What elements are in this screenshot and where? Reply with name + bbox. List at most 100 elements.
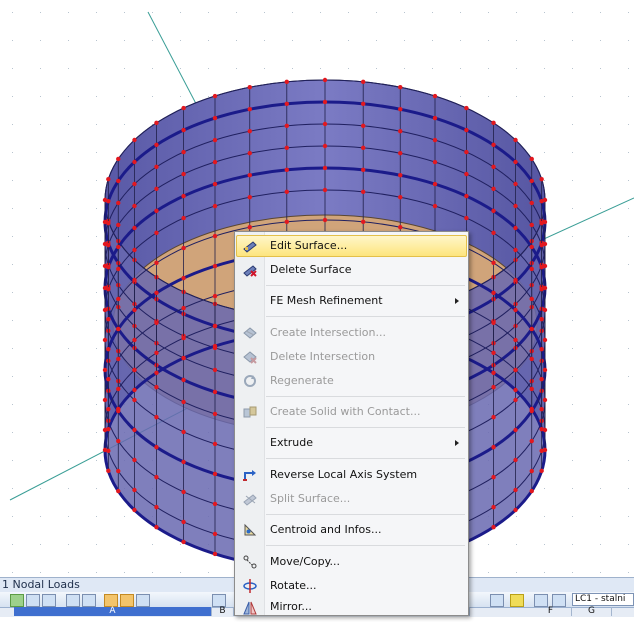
fe-node <box>154 164 159 170</box>
fe-node <box>322 165 328 171</box>
toolbar-button-5[interactable] <box>82 594 96 607</box>
load-case-select[interactable]: LC1 - stalni <box>572 593 634 606</box>
fe-node <box>539 198 544 204</box>
fe-node <box>542 397 548 403</box>
fe-node <box>361 101 366 107</box>
fe-node <box>491 120 496 126</box>
fe-node <box>513 337 518 343</box>
menu-item-create-intersection[interactable]: Create Intersection... <box>236 322 467 344</box>
fe-node <box>432 159 438 165</box>
delete-surface-icon <box>242 262 258 278</box>
fe-node <box>181 105 186 111</box>
column-header-a[interactable]: A <box>14 607 212 616</box>
menu-item-edit-surface[interactable]: Edit Surface... <box>236 235 467 257</box>
toolbar-button-4[interactable] <box>66 594 80 607</box>
fe-node <box>432 181 438 187</box>
fe-node <box>398 85 403 90</box>
menu-item-centroid-and-infos[interactable]: Centroid and Infos... <box>236 519 467 541</box>
fe-node <box>106 286 111 292</box>
menu-item-delete-intersection[interactable]: Delete Intersection <box>236 346 467 368</box>
menu-item-delete-surface[interactable]: Delete Surface <box>236 259 467 281</box>
fe-node <box>132 487 137 493</box>
toolbar-button-1[interactable] <box>10 594 24 607</box>
fe-node <box>116 200 121 206</box>
menu-separator <box>266 458 465 459</box>
fe-node <box>491 230 496 236</box>
fe-node <box>322 187 328 193</box>
toolbar-button-7[interactable] <box>120 594 134 607</box>
column-header-b[interactable]: B <box>212 607 234 616</box>
edit-surface-icon <box>242 238 258 254</box>
fe-node <box>154 504 159 510</box>
fe-node <box>181 127 186 133</box>
menu-item-reverse-local-axis-system[interactable]: Reverse Local Axis System <box>236 464 467 486</box>
fe-node <box>529 488 534 494</box>
fe-node <box>154 384 159 390</box>
column-header-g[interactable]: G <box>572 607 612 616</box>
menu-item-move-copy[interactable]: Move/Copy... <box>236 551 467 573</box>
fe-node <box>247 173 252 178</box>
fe-node <box>116 406 121 412</box>
menu-item-fe-mesh-refinement[interactable]: FE Mesh Refinement <box>236 290 467 312</box>
fe-node <box>539 264 544 270</box>
menu-item-extrude[interactable]: Extrude <box>236 432 467 454</box>
submenu-arrow-icon <box>455 298 459 304</box>
toolbar-button-8[interactable] <box>136 594 150 607</box>
fe-node <box>181 193 186 199</box>
menu-item-regenerate[interactable]: Regenerate <box>236 370 467 392</box>
fe-node <box>464 127 469 133</box>
toolbar-button-10[interactable] <box>490 594 504 607</box>
fe-node <box>181 149 186 155</box>
fe-node <box>102 337 108 343</box>
fe-node <box>212 343 218 349</box>
fe-node <box>132 181 137 187</box>
fe-node <box>361 79 366 85</box>
fe-node <box>491 142 496 148</box>
menu-item-create-solid-with-contact[interactable]: Create Solid with Contact... <box>236 401 467 423</box>
fe-node <box>513 137 518 143</box>
menu-item-label: Create Solid with Contact... <box>270 405 421 418</box>
fe-node <box>539 316 544 322</box>
toolbar-button-13[interactable] <box>552 594 566 607</box>
menu-item-label: Mirror... <box>270 600 312 613</box>
fe-node <box>247 107 252 112</box>
fe-node <box>116 266 121 272</box>
centroid-icon <box>242 522 258 538</box>
fe-node <box>181 355 186 361</box>
menu-item-mirror[interactable]: Mirror... <box>236 598 467 616</box>
fe-node <box>212 411 218 417</box>
fe-node <box>539 220 544 226</box>
fe-node <box>132 203 137 209</box>
menu-item-rotate[interactable]: Rotate... <box>236 575 467 597</box>
fe-node <box>212 293 218 299</box>
menu-item-split-surface[interactable]: Split Surface... <box>236 488 467 510</box>
fe-node <box>491 370 496 376</box>
fe-node <box>513 427 518 433</box>
fe-node <box>539 242 544 248</box>
fe-node <box>513 307 518 313</box>
fe-node <box>181 335 186 341</box>
fe-node <box>398 151 403 156</box>
fe-node <box>542 367 548 373</box>
fe-node <box>212 323 218 329</box>
toolbar-button-2[interactable] <box>26 594 40 607</box>
fe-node <box>513 507 518 513</box>
fe-node <box>539 406 544 412</box>
toolbar-button-12[interactable] <box>534 594 548 607</box>
menu-item-label: Move/Copy... <box>270 555 341 568</box>
fe-node <box>432 203 438 209</box>
fe-node <box>116 438 121 444</box>
toolbar-button-11[interactable] <box>510 594 524 607</box>
fe-node <box>106 176 111 182</box>
toolbar-button-3[interactable] <box>42 594 56 607</box>
fe-node <box>154 230 159 236</box>
fe-node <box>116 488 121 494</box>
fe-node <box>102 447 108 453</box>
fe-node <box>513 247 518 253</box>
fe-node <box>542 337 548 343</box>
fe-node <box>212 233 218 239</box>
fe-node <box>491 164 496 170</box>
fe-node <box>432 93 438 99</box>
fe-node <box>529 156 534 162</box>
column-header-f[interactable]: F <box>530 607 572 616</box>
